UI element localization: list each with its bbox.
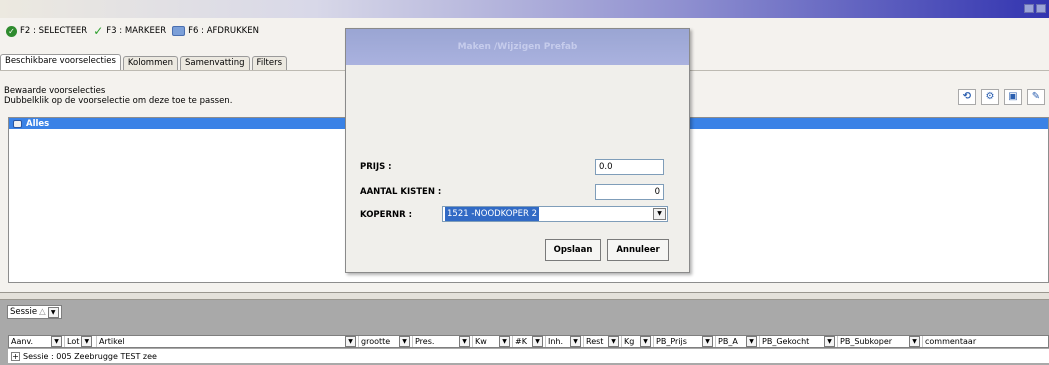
column-label: PB_Subkoper bbox=[840, 337, 893, 346]
column-label: grootte bbox=[361, 337, 391, 346]
column-label: Rest bbox=[586, 337, 604, 346]
chevron-down-icon[interactable]: ▼ bbox=[532, 336, 543, 347]
sort-asc-icon: △ bbox=[39, 307, 46, 317]
cancel-button[interactable]: Annuleer bbox=[607, 239, 669, 261]
chevron-down-icon[interactable]: ▼ bbox=[459, 336, 470, 347]
column-kg[interactable]: Kg ▼ bbox=[622, 336, 654, 347]
column-label: Aanv. bbox=[11, 337, 34, 346]
column-label: Pres. bbox=[415, 337, 435, 346]
select-button[interactable]: ✓ F2 : SELECTEER bbox=[6, 25, 88, 37]
chevron-down-icon[interactable]: ▼ bbox=[51, 336, 62, 347]
column-pb-subkoper[interactable]: PB_Subkoper ▼ bbox=[838, 336, 923, 347]
column-kw[interactable]: Kw ▼ bbox=[473, 336, 513, 347]
column-artikel[interactable]: Artikel ▼ bbox=[97, 336, 359, 347]
column-label: Artikel bbox=[99, 337, 125, 346]
chevron-down-icon[interactable]: ▼ bbox=[47, 306, 59, 318]
tab-samenvatting[interactable]: Samenvatting bbox=[179, 56, 250, 70]
grid-area: Sessie △ ▼ Aanv. ▼ Lot ▼ Artikel ▼ grootte ▼… bbox=[0, 300, 1049, 365]
save-button[interactable]: Opslaan bbox=[545, 239, 601, 261]
chevron-down-icon[interactable]: ▼ bbox=[702, 336, 713, 347]
expand-icon[interactable]: + bbox=[11, 351, 20, 361]
group-by-label: Sessie bbox=[10, 307, 38, 317]
panel-heading: Bewaarde voorselecties Dubbelklik op de … bbox=[4, 86, 232, 106]
print-label: F6 : AFDRUKKEN bbox=[188, 26, 259, 36]
column-pb-prijs[interactable]: PB_Prijs ▼ bbox=[654, 336, 716, 347]
column-label: Kw bbox=[475, 337, 487, 346]
column-label: commentaar bbox=[925, 337, 977, 346]
koper-select[interactable]: 1521 -NOODKOPER 2 ▼ bbox=[442, 206, 668, 222]
save-icon[interactable]: ▣ bbox=[1004, 89, 1022, 105]
chevron-down-icon[interactable]: ▼ bbox=[608, 336, 619, 347]
refresh-icon[interactable]: ⟲ bbox=[958, 89, 976, 105]
koper-label: KOPERNR : bbox=[360, 210, 413, 220]
chevron-down-icon[interactable]: ▼ bbox=[653, 208, 666, 220]
group-by-chip[interactable]: Sessie △ ▼ bbox=[7, 305, 62, 319]
column-label: PB_A bbox=[718, 337, 738, 346]
tab-filters[interactable]: Filters bbox=[251, 56, 288, 70]
chevron-down-icon[interactable]: ▼ bbox=[81, 336, 93, 347]
select-label: F2 : SELECTEER bbox=[20, 26, 88, 36]
chevron-down-icon[interactable]: ▼ bbox=[909, 336, 920, 347]
prijs-label: PRIJS : bbox=[360, 162, 392, 172]
panel-instruction: Dubbelklik op de voorselectie om deze to… bbox=[4, 96, 233, 106]
splitter[interactable] bbox=[0, 292, 1049, 300]
tab-kolommen[interactable]: Kolommen bbox=[122, 56, 178, 70]
mark-button[interactable]: ✓ F3 : MARKEER bbox=[93, 23, 167, 38]
settings-icon[interactable]: ⚙ bbox=[981, 89, 999, 105]
window-title-bar bbox=[0, 0, 1049, 18]
column-pres[interactable]: Pres. ▼ bbox=[413, 336, 473, 347]
kisten-field[interactable]: 0 bbox=[595, 184, 664, 200]
pin-icon[interactable]: ✎ bbox=[1027, 89, 1045, 105]
column-pb-a[interactable]: PB_A ▼ bbox=[716, 336, 760, 347]
printer-icon bbox=[172, 26, 186, 36]
dialog-title: Maken /Wijzigen Prefab bbox=[346, 29, 689, 65]
check-circle-icon: ✓ bbox=[6, 25, 17, 37]
prefab-dialog: Maken /Wijzigen Prefab PRIJS : 0.0 AANTA… bbox=[345, 28, 690, 273]
column-label: Lot bbox=[67, 337, 80, 346]
column-rest[interactable]: Rest ▼ bbox=[584, 336, 622, 347]
column-label: Kg bbox=[624, 337, 635, 346]
maximize-button[interactable] bbox=[1036, 4, 1046, 13]
group-row[interactable]: + Sessie : 005 Zeebrugge TEST zee bbox=[8, 349, 1049, 363]
list-item-label: Alles bbox=[26, 118, 50, 129]
tab-bar: Beschikbare voorselecties Kolommen Samen… bbox=[0, 54, 345, 70]
toolbar: ✓ F2 : SELECTEER ✓ F3 : MARKEER F6 : AFD… bbox=[0, 20, 345, 42]
mark-label: F3 : MARKEER bbox=[106, 26, 167, 36]
minimize-button[interactable] bbox=[1024, 4, 1034, 13]
column-inh[interactable]: Inh. ▼ bbox=[546, 336, 584, 347]
column-label: Inh. bbox=[548, 337, 564, 346]
column-aanv[interactable]: Aanv. ▼ bbox=[9, 336, 65, 347]
panel-title: Bewaarde voorselecties bbox=[4, 86, 106, 96]
column-label: PB_Gekocht bbox=[762, 337, 810, 346]
koper-value: 1521 -NOODKOPER 2 bbox=[445, 207, 539, 221]
tab-beschikbare-voorselecties[interactable]: Beschikbare voorselecties bbox=[0, 54, 121, 70]
column-k[interactable]: #K ▼ bbox=[513, 336, 546, 347]
column-label: #K bbox=[515, 337, 527, 346]
group-row-label: Sessie : 005 Zeebrugge TEST zee bbox=[23, 351, 157, 361]
chevron-down-icon[interactable]: ▼ bbox=[746, 336, 757, 347]
grid-column-header: Aanv. ▼ Lot ▼ Artikel ▼ grootte ▼ Pres. ▼ Kw ▼… bbox=[8, 335, 1049, 348]
kisten-label: AANTAL KISTEN : bbox=[360, 187, 442, 197]
chevron-down-icon[interactable]: ▼ bbox=[499, 336, 510, 347]
chevron-down-icon[interactable]: ▼ bbox=[570, 336, 581, 347]
column-grootte[interactable]: grootte ▼ bbox=[359, 336, 413, 347]
print-button[interactable]: F6 : AFDRUKKEN bbox=[172, 26, 259, 36]
chevron-down-icon[interactable]: ▼ bbox=[399, 336, 410, 347]
column-lot[interactable]: Lot ▼ bbox=[65, 336, 97, 347]
column-label: PB_Prijs bbox=[656, 337, 687, 346]
checkmark-icon: ✓ bbox=[93, 23, 104, 38]
chevron-down-icon[interactable]: ▼ bbox=[640, 336, 651, 347]
pin-icon bbox=[13, 119, 22, 128]
column-pb-gekocht[interactable]: PB_Gekocht ▼ bbox=[760, 336, 838, 347]
column-commentaar[interactable]: commentaar bbox=[923, 336, 1048, 347]
chevron-down-icon[interactable]: ▼ bbox=[824, 336, 835, 347]
prijs-field[interactable]: 0.0 bbox=[595, 159, 664, 175]
panel-actions: ⟲ ⚙ ▣ ✎ bbox=[958, 89, 1045, 105]
chevron-down-icon[interactable]: ▼ bbox=[345, 336, 356, 347]
